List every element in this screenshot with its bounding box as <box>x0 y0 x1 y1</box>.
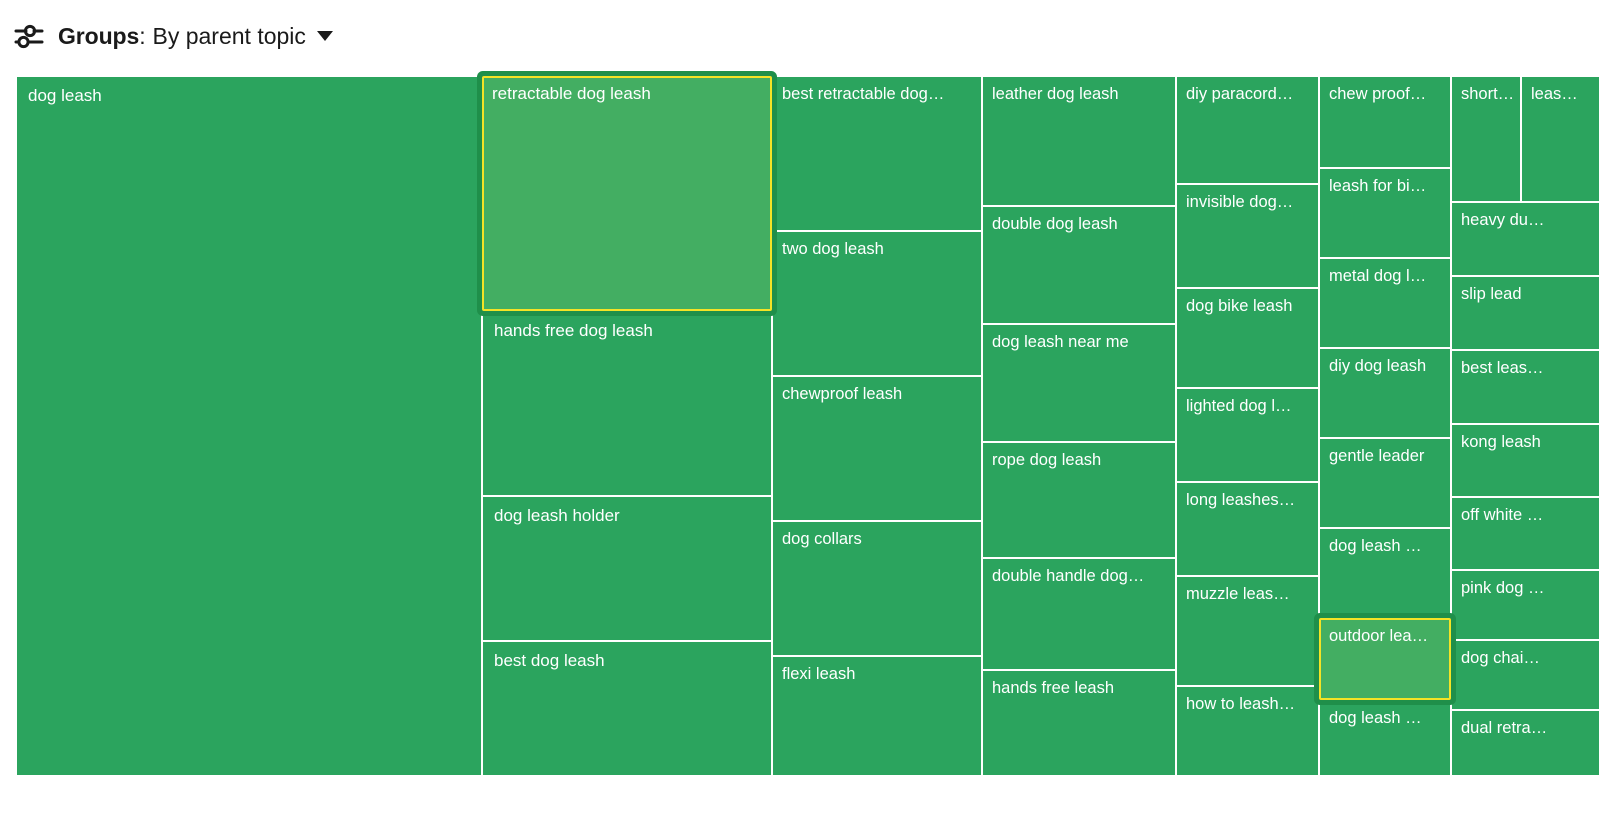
treemap-tile[interactable]: leas… <box>1521 76 1600 202</box>
treemap-tile[interactable]: dog leash … <box>1319 700 1451 776</box>
treemap-tile-label: pink dog … <box>1461 578 1595 598</box>
treemap-tile[interactable]: flexi leash <box>772 656 982 776</box>
treemap-tile-label: heavy du… <box>1461 210 1595 230</box>
treemap-tile[interactable]: best leas… <box>1451 350 1600 424</box>
groups-label: Groups: <box>58 23 145 50</box>
treemap-tile[interactable]: best retractable dog… <box>772 76 982 231</box>
treemap-tile[interactable]: dog collars <box>772 521 982 656</box>
treemap-tile[interactable]: chewproof leash <box>772 376 982 521</box>
treemap-tile[interactable]: diy paracord… <box>1176 76 1319 184</box>
treemap-tile[interactable]: invisible dog… <box>1176 184 1319 288</box>
treemap-tile-label: diy dog leash <box>1329 356 1446 376</box>
treemap-tile[interactable]: leather dog leash <box>982 76 1176 206</box>
treemap-tile-label: leas… <box>1531 84 1595 104</box>
treemap-tile[interactable]: dog bike leash <box>1176 288 1319 388</box>
treemap-tile[interactable]: dog leash <box>16 76 482 776</box>
filter-sliders-icon <box>14 23 44 49</box>
treemap-tile[interactable]: dog leash near me <box>982 324 1176 442</box>
treemap-tile-label: how to leash… <box>1186 694 1314 714</box>
treemap-tile-label: muzzle leas… <box>1186 584 1314 604</box>
treemap-tile-label: lighted dog l… <box>1186 396 1314 416</box>
treemap-tile[interactable]: dog leash … <box>1319 528 1451 618</box>
treemap-tile[interactable]: lighted dog l… <box>1176 388 1319 482</box>
treemap-tile-label: metal dog l… <box>1329 266 1446 286</box>
treemap-tile-label: leash for bi… <box>1329 176 1446 196</box>
treemap-tile[interactable]: muzzle leas… <box>1176 576 1319 686</box>
treemap-tile-label: chewproof leash <box>782 384 977 404</box>
treemap-tile[interactable]: rope dog leash <box>982 442 1176 558</box>
treemap-tile-label: dog collars <box>782 529 977 549</box>
treemap-tile-label: leather dog leash <box>992 84 1171 104</box>
treemap-tile-label: kong leash <box>1461 432 1595 452</box>
treemap-tile[interactable]: dog chai… <box>1451 640 1600 710</box>
treemap-tile-label: double dog leash <box>992 214 1171 234</box>
groups-selected-value: By parent topic <box>152 23 305 50</box>
treemap-tile[interactable]: metal dog l… <box>1319 258 1451 348</box>
treemap-tile-label: best retractable dog… <box>782 84 977 104</box>
treemap-tile[interactable]: double handle dog… <box>982 558 1176 670</box>
groups-dropdown[interactable]: Groups: By parent topic <box>58 23 333 50</box>
treemap-tile[interactable]: hands free dog leash <box>482 311 772 496</box>
treemap-tile-label: dog leash <box>28 86 477 106</box>
treemap-tile[interactable]: heavy du… <box>1451 202 1600 276</box>
treemap-tile[interactable]: gentle leader <box>1319 438 1451 528</box>
treemap-tile-label: best dog leash <box>494 651 767 671</box>
treemap-tile-label: dog leash … <box>1329 708 1446 728</box>
treemap-tile-label: short… <box>1461 84 1516 104</box>
treemap-tile-label: chew proof… <box>1329 84 1446 104</box>
treemap-tile[interactable]: slip lead <box>1451 276 1600 350</box>
treemap-tile-label: flexi leash <box>782 664 977 684</box>
treemap-tile-label: dual retra… <box>1461 718 1595 738</box>
treemap-tile-label: slip lead <box>1461 284 1595 304</box>
treemap-tile-label: off white … <box>1461 505 1595 525</box>
treemap-tile-label: dog leash holder <box>494 506 767 526</box>
treemap-tile[interactable]: leash for bi… <box>1319 168 1451 258</box>
treemap-tile-label: retractable dog leash <box>492 84 766 104</box>
treemap-tile-label: dog leash … <box>1329 536 1446 556</box>
treemap-tile[interactable]: outdoor lea… <box>1319 618 1451 700</box>
treemap-tile-label: outdoor lea… <box>1329 626 1445 646</box>
treemap-tile[interactable]: best dog leash <box>482 641 772 776</box>
treemap-tile-label: rope dog leash <box>992 450 1171 470</box>
treemap-tile-label: long leashes… <box>1186 490 1314 510</box>
treemap-tile-label: diy paracord… <box>1186 84 1314 104</box>
treemap-tile[interactable]: dog leash holder <box>482 496 772 641</box>
treemap-tile[interactable]: two dog leash <box>772 231 982 376</box>
treemap-tile-label: dog leash near me <box>992 332 1171 352</box>
treemap-tile-label: dog chai… <box>1461 648 1595 668</box>
treemap-tile-label: dog bike leash <box>1186 296 1314 316</box>
groups-label-separator: : <box>139 23 145 49</box>
treemap-tile-label: hands free dog leash <box>494 321 767 341</box>
treemap-tile[interactable]: retractable dog leash <box>482 76 772 311</box>
treemap-tile[interactable]: pink dog … <box>1451 570 1600 640</box>
chevron-down-icon[interactable] <box>317 31 333 41</box>
treemap-tile[interactable]: hands free leash <box>982 670 1176 776</box>
toolbar: Groups: By parent topic <box>0 0 1600 72</box>
treemap-tile-label: gentle leader <box>1329 446 1446 466</box>
treemap-tile[interactable]: dual retra… <box>1451 710 1600 776</box>
treemap-tile-label: hands free leash <box>992 678 1171 698</box>
treemap-tile[interactable]: double dog leash <box>982 206 1176 324</box>
treemap-tile-label: invisible dog… <box>1186 192 1314 212</box>
treemap-tile-label: best leas… <box>1461 358 1595 378</box>
treemap-chart: dog leash retractable dog leash hands free… <box>16 76 1600 776</box>
treemap-tile[interactable]: long leashes… <box>1176 482 1319 576</box>
treemap-tile[interactable]: short… <box>1451 76 1521 202</box>
treemap-tile[interactable]: how to leash… <box>1176 686 1319 776</box>
treemap-tile-label: two dog leash <box>782 239 977 259</box>
groups-label-text: Groups <box>58 23 139 49</box>
treemap-tile[interactable]: off white … <box>1451 497 1600 570</box>
treemap-tile[interactable]: kong leash <box>1451 424 1600 497</box>
treemap-tile-label: double handle dog… <box>992 566 1171 586</box>
treemap-tile[interactable]: chew proof… <box>1319 76 1451 168</box>
treemap-tile[interactable]: diy dog leash <box>1319 348 1451 438</box>
